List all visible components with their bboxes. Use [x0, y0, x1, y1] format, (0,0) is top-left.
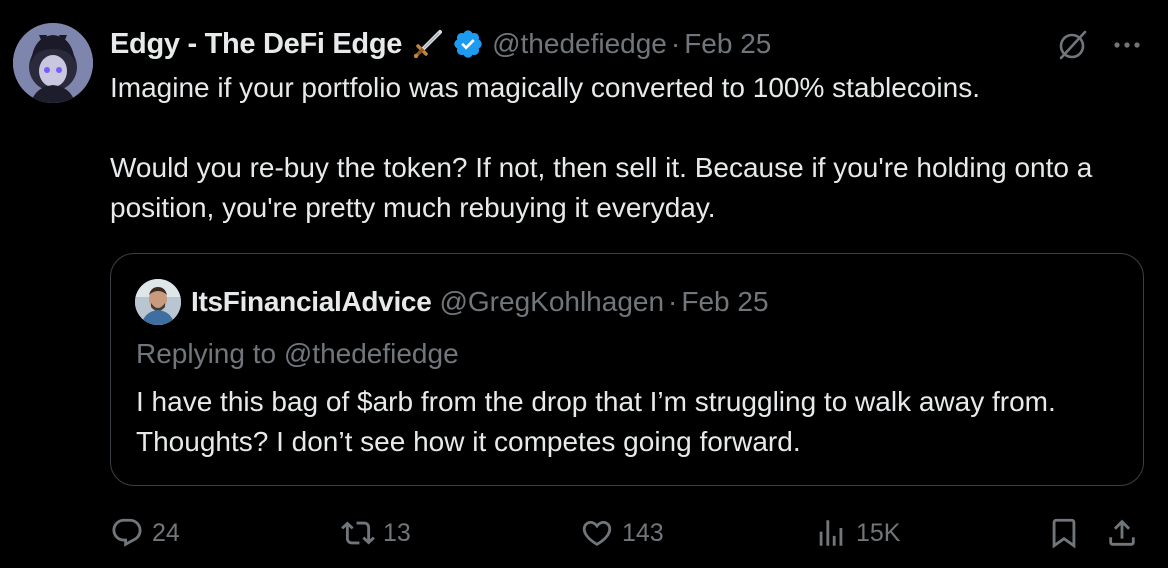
like-count: 143: [622, 518, 664, 547]
views-button[interactable]: 15K: [814, 510, 900, 556]
author-handle[interactable]: @thedefiedge: [492, 28, 667, 59]
separator-dot: ·: [670, 28, 681, 59]
author-avatar[interactable]: [13, 23, 93, 103]
tweet-paragraph-2: Would you re-buy the token? If not, then…: [110, 152, 1093, 223]
quote-separator-dot: ·: [668, 286, 678, 317]
replying-to-label[interactable]: Replying to @thedefiedge: [136, 334, 459, 374]
bookmark-icon: [1052, 518, 1076, 549]
share-button[interactable]: [1105, 510, 1139, 556]
bookmark-button[interactable]: [1047, 510, 1081, 556]
like-button[interactable]: 143: [580, 510, 664, 556]
like-icon: [582, 520, 612, 546]
reply-icon: [112, 518, 142, 547]
quote-handle-and-date: @GregKohlhagen · Feb 25: [439, 286, 768, 318]
sword-emoji-icon: [412, 27, 446, 61]
handle-and-date: @thedefiedge · Feb 25: [492, 28, 771, 60]
reply-count: 24: [152, 518, 180, 547]
quote-author-avatar: [135, 279, 181, 325]
reply-button[interactable]: 24: [110, 510, 180, 556]
author-name[interactable]: Edgy - The DeFi Edge: [110, 28, 402, 61]
quoted-tweet[interactable]: ItsFinancialAdvice @GregKohlhagen · Feb 25…: [110, 253, 1144, 486]
grok-icon[interactable]: [1055, 28, 1089, 62]
tweet-date[interactable]: Feb 25: [684, 28, 771, 59]
quote-author-handle[interactable]: @GregKohlhagen: [439, 286, 664, 317]
verified-badge-icon[interactable]: [452, 28, 484, 60]
tweet-header: Edgy - The DeFi Edge @thedefiedge · Feb 25: [110, 22, 771, 66]
tweet-paragraph-1: Imagine if your portfolio was magically …: [110, 72, 980, 103]
tweet-text: Imagine if your portfolio was magically …: [110, 68, 1140, 228]
repost-icon: [341, 521, 375, 545]
more-icon[interactable]: [1110, 32, 1144, 58]
quote-header: ItsFinancialAdvice @GregKohlhagen · Feb 25: [135, 278, 769, 326]
repost-button[interactable]: 13: [341, 510, 411, 556]
views-count: 15K: [856, 518, 901, 547]
quote-text: I have this bag of $arb from the drop th…: [136, 386, 1056, 457]
share-icon: [1109, 519, 1135, 546]
repost-count: 13: [383, 518, 411, 547]
views-icon: [819, 520, 843, 546]
quote-author-name[interactable]: ItsFinancialAdvice: [191, 286, 432, 318]
action-bar: 24 13 143 15K: [0, 510, 1168, 556]
quote-date[interactable]: Feb 25: [681, 286, 768, 317]
